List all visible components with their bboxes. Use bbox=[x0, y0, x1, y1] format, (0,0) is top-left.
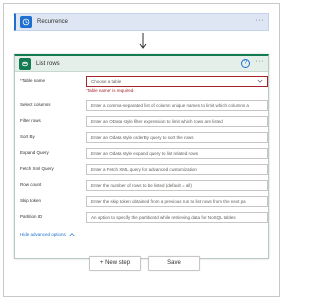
row-count-input[interactable]: Enter the number of rows to be listed (d… bbox=[86, 180, 268, 191]
sort-by-input[interactable]: Enter an Odata style orderBy query to so… bbox=[86, 132, 268, 143]
recurrence-more-options-icon[interactable]: ··· bbox=[256, 17, 265, 24]
field-row-expand-query: Expand Query Enter an Odata style expand… bbox=[20, 148, 268, 160]
recurrence-title: Recurrence bbox=[37, 19, 69, 25]
dataverse-icon bbox=[19, 57, 31, 70]
partition-id-input[interactable]: An option to specify the partitionId whi… bbox=[86, 212, 268, 223]
field-row-partition-id: Partition ID An option to specify the pa… bbox=[20, 212, 268, 224]
field-label: Partition ID bbox=[20, 214, 43, 219]
field-label: *Table name bbox=[20, 78, 45, 83]
filter-rows-input[interactable]: Enter an OData style filter expression t… bbox=[86, 116, 268, 127]
field-label: Expand Query bbox=[20, 150, 49, 155]
flow-arrow-icon bbox=[139, 33, 147, 49]
list-rows-action-card: List rows ? ··· *Table name Choose a tab… bbox=[14, 54, 269, 259]
field-label: Fetch Xml Query bbox=[20, 166, 54, 171]
save-button[interactable]: Save bbox=[148, 256, 200, 271]
field-row-row-count: Row count Enter the number of rows to be… bbox=[20, 180, 268, 192]
field-label: Row count bbox=[20, 182, 42, 187]
list-rows-more-options-icon[interactable]: ··· bbox=[256, 58, 265, 65]
list-rows-title: List rows bbox=[36, 60, 60, 67]
field-row-fetch-xml-query: Fetch Xml Query Enter a Fetch XML query … bbox=[20, 164, 268, 176]
field-label: Sort By bbox=[20, 134, 35, 139]
field-label: Skip token bbox=[20, 198, 42, 203]
help-icon[interactable]: ? bbox=[241, 59, 250, 68]
list-rows-header[interactable]: List rows ? ··· bbox=[15, 56, 268, 72]
field-label-text: Table name bbox=[21, 78, 46, 83]
expand-query-input[interactable]: Enter an Odata style expand query to lis… bbox=[86, 148, 268, 159]
skip-token-input[interactable]: Enter the skip token obtained from a pre… bbox=[86, 196, 268, 207]
clock-icon bbox=[20, 16, 32, 28]
chevron-up-icon bbox=[69, 233, 75, 237]
recurrence-trigger-card[interactable]: Recurrence ··· bbox=[14, 13, 269, 31]
select-columns-input[interactable]: Enter a comma-separated list of column u… bbox=[86, 100, 268, 111]
flow-designer-canvas: Recurrence ··· List rows ? ··· *Table na… bbox=[3, 3, 280, 297]
field-row-skip-token: Skip token Enter the skip token obtained… bbox=[20, 196, 268, 208]
table-name-dropdown[interactable]: Choose a table bbox=[86, 76, 268, 87]
field-row-sort-by: Sort By Enter an Odata style orderBy que… bbox=[20, 132, 268, 144]
hide-advanced-options-label: Hide advanced options bbox=[20, 232, 66, 237]
fetch-xml-query-input[interactable]: Enter a Fetch XML query for advanced cus… bbox=[86, 164, 268, 175]
field-row-table-name: *Table name Choose a table bbox=[20, 76, 268, 88]
chevron-down-icon bbox=[257, 79, 263, 83]
field-row-select-columns: Select columns Enter a comma-separated l… bbox=[20, 100, 268, 112]
field-row-filter-rows: Filter rows Enter an OData style filter … bbox=[20, 116, 268, 128]
table-name-placeholder: Choose a table bbox=[91, 79, 122, 84]
new-step-button[interactable]: + New step bbox=[89, 256, 141, 271]
table-name-error: 'Table name' is required. bbox=[86, 88, 135, 93]
hide-advanced-options-link[interactable]: Hide advanced options bbox=[20, 232, 75, 237]
field-label: Filter rows bbox=[20, 118, 41, 123]
field-label: Select columns bbox=[20, 102, 51, 107]
